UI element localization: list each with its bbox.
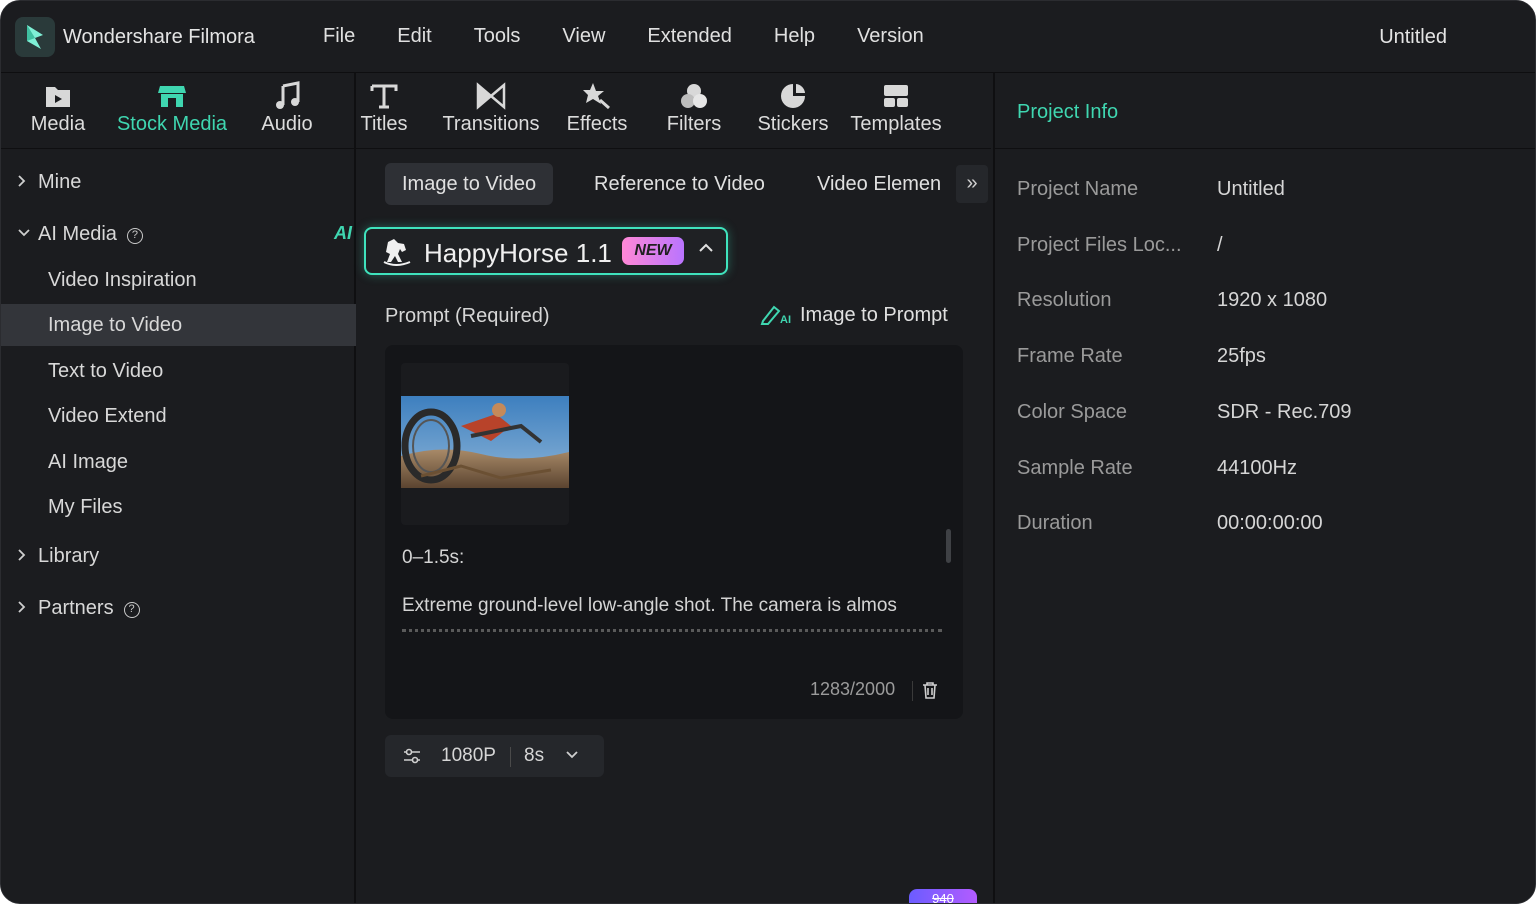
ai-tag: AI — [334, 223, 352, 243]
sidebar-item-text-to-video[interactable]: Text to Video — [1, 350, 356, 392]
sliders-icon — [404, 748, 420, 764]
info-row-project-files-location: Project Files Loc... / — [1017, 234, 1223, 256]
model-name: HappyHorse 1.1 — [424, 238, 612, 268]
stickers-icon — [781, 84, 805, 108]
info-row-frame-rate: Frame Rate 25fps — [1017, 345, 1266, 367]
transition-bowtie-icon — [476, 82, 506, 110]
project-info-panel: Project Info Project Name Untitled Proje… — [993, 73, 1535, 903]
sidebar-item-label: AI Media — [38, 223, 117, 245]
resolution-value: 1080P — [441, 745, 496, 766]
tool-stickers[interactable]: Stickers — [755, 73, 831, 149]
divider — [912, 681, 913, 701]
info-row-sample-rate: Sample Rate 44100Hz — [1017, 457, 1298, 479]
svg-text:AI: AI — [780, 314, 791, 325]
tool-transitions[interactable]: Transitions — [439, 73, 543, 149]
prompt-text-line: Extreme ground-level low-angle shot. The… — [402, 595, 897, 616]
project-info-header: Project Info — [995, 73, 1535, 149]
sidebar-item-ai-media[interactable]: AI Media? AI — [1, 213, 356, 255]
chevron-down-icon — [18, 229, 30, 237]
title-bar: Wondershare Filmora File Edit Tools View… — [1, 1, 1535, 73]
uploaded-image-thumbnail — [401, 396, 569, 488]
sidebar-item-video-inspiration[interactable]: Video Inspiration — [1, 259, 356, 301]
info-row-duration: Duration 00:00:00:00 — [1017, 512, 1323, 534]
tab-image-to-video[interactable]: Image to Video — [385, 163, 554, 205]
panel-title: Project Info — [1017, 101, 1119, 123]
prompt-box[interactable]: 0–1.5s: Extreme ground-level low-angle s… — [385, 345, 963, 719]
menu-edit[interactable]: Edit — [397, 25, 431, 48]
horse-icon — [383, 239, 411, 266]
sidebar-item-video-extend[interactable]: Video Extend — [1, 395, 356, 437]
trash-icon[interactable] — [922, 681, 938, 699]
divider — [510, 747, 511, 767]
media-toolbar-extended: Titles Transitions Effects Filters Stick… — [1, 73, 991, 149]
templates-icon — [884, 85, 908, 107]
app-name: Wondershare Filmora — [63, 26, 255, 48]
sidebar-item-label: Partners — [38, 597, 114, 619]
character-counter: 1283/2000 — [810, 679, 896, 699]
image-to-prompt-button[interactable]: AI Image to Prompt — [760, 303, 948, 327]
app-window: Wondershare Filmora File Edit Tools View… — [0, 0, 1536, 904]
info-row-project-name: Project Name Untitled — [1017, 178, 1285, 200]
sidebar-item-library[interactable]: Library — [1, 535, 356, 577]
menu-version[interactable]: Version — [857, 25, 924, 48]
sidebar-item-my-files[interactable]: My Files — [1, 486, 356, 528]
tool-filters[interactable]: Filters — [663, 73, 725, 149]
help-icon[interactable]: ? — [126, 228, 143, 244]
tab-video-elements[interactable]: Video Elemen — [800, 163, 958, 205]
effects-star-icon — [583, 83, 610, 110]
help-icon[interactable]: ? — [123, 602, 140, 618]
chevron-right-icon — [18, 601, 26, 613]
uploaded-image-slot[interactable] — [401, 363, 569, 525]
menu-tools[interactable]: Tools — [474, 25, 521, 48]
chevron-up-icon — [699, 243, 713, 252]
sidebar-item-partners[interactable]: Partners? — [1, 587, 356, 629]
menu-extended[interactable]: Extended — [647, 25, 732, 48]
credit-badge: 940 — [909, 889, 977, 903]
duration-value: 8s — [524, 745, 545, 766]
filters-circles-icon — [681, 84, 707, 108]
generation-settings-button[interactable]: 1080P 8s — [385, 735, 604, 777]
sidebar-item-ai-image[interactable]: AI Image — [1, 441, 356, 483]
more-tabs-button[interactable]: » — [956, 165, 988, 203]
filmora-logo-icon — [15, 17, 55, 57]
image-to-prompt-icon: AI — [760, 305, 791, 326]
chevron-right-icon — [18, 175, 26, 187]
info-row-resolution: Resolution 1920 x 1080 — [1017, 289, 1328, 311]
chevron-down-icon — [566, 751, 578, 759]
info-row-color-space: Color Space SDR - Rec.709 — [1017, 401, 1352, 423]
sidebar-item-mine[interactable]: Mine — [1, 161, 356, 203]
prompt-text-line: 0–1.5s: — [402, 547, 465, 568]
sidebar-item-image-to-video[interactable]: Image to Video — [1, 304, 356, 346]
model-selector[interactable]: HappyHorse 1.1 NEW — [364, 227, 728, 275]
tool-titles[interactable]: Titles — [353, 73, 415, 149]
menu-bar: File Edit Tools View Extended Help Versi… — [323, 25, 966, 48]
prompt-text-overflow — [402, 629, 942, 637]
menu-file[interactable]: File — [323, 25, 355, 48]
tool-effects[interactable]: Effects — [563, 73, 631, 149]
document-title: Untitled — [1379, 26, 1447, 48]
tab-reference-to-video[interactable]: Reference to Video — [577, 163, 782, 205]
prompt-label: Prompt (Required) — [385, 305, 550, 327]
left-panel: Media Stock Media Audio Mine AI Media? A… — [1, 73, 991, 903]
new-badge: NEW — [622, 237, 684, 265]
title-t-icon — [370, 84, 398, 109]
chevron-right-icon — [18, 549, 26, 561]
menu-help[interactable]: Help — [774, 25, 815, 48]
prompt-scrollbar[interactable] — [946, 529, 951, 563]
center-panel: Image to Video Reference to Video Video … — [358, 149, 991, 903]
menu-view[interactable]: View — [562, 25, 605, 48]
tool-templates[interactable]: Templates — [847, 73, 945, 149]
